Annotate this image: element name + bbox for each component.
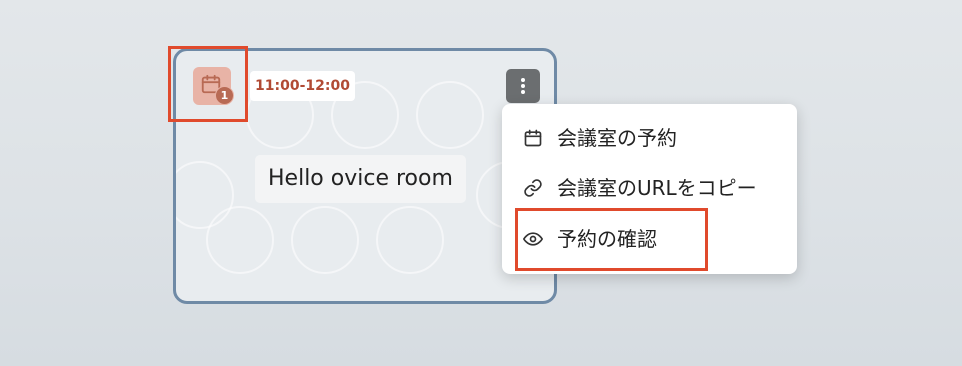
seat-circle [291,206,359,274]
more-vertical-icon [521,78,525,82]
meeting-room-card[interactable]: 1 11:00-12:00 Hello ovice room [173,48,557,304]
eye-icon [523,232,543,246]
more-vertical-icon-dot [521,90,525,94]
room-context-menu: 会議室の予約 会議室のURLをコピー 予約の確認 [502,104,797,274]
menu-item-label: 会議室の予約 [557,126,677,150]
reservation-time: 11:00-12:00 [250,71,355,101]
menu-item-copy-room-url[interactable]: 会議室のURLをコピー [502,163,797,213]
more-vertical-icon-dot [521,84,525,88]
link-icon [524,179,542,197]
menu-item-label: 予約の確認 [557,227,657,251]
seat-circle [376,206,444,274]
seat-circle [416,81,484,149]
room-name-label: Hello ovice room [255,155,466,203]
reservation-count-badge: 1 [215,86,234,105]
menu-item-label: 会議室のURLをコピー [557,176,757,200]
more-options-button[interactable] [506,69,540,103]
seat-circle [206,206,274,274]
menu-item-view-reservations[interactable]: 予約の確認 [502,214,797,264]
calendar-icon [524,129,542,147]
menu-item-reserve-room[interactable]: 会議室の予約 [502,113,797,163]
reservation-button[interactable]: 1 [193,67,234,105]
